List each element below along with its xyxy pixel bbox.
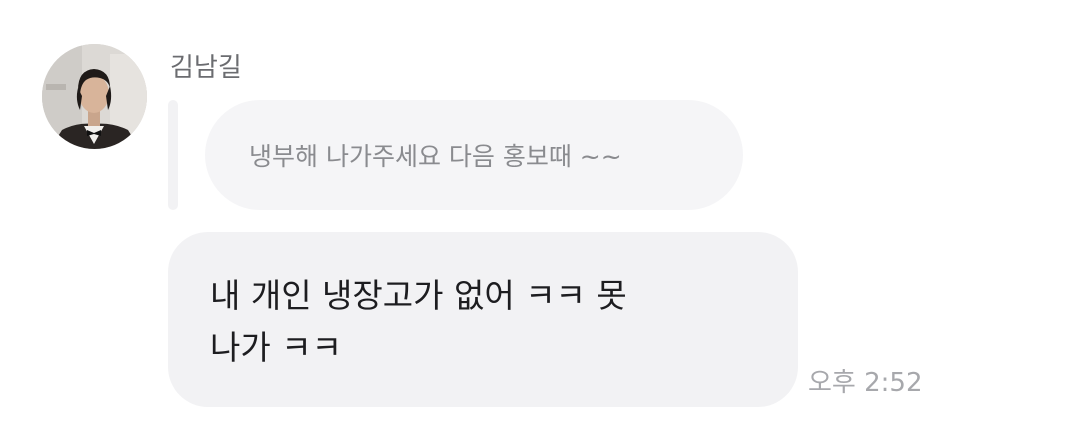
- reply-quote-indicator: [168, 100, 178, 210]
- message-text: 내 개인 냉장고가 없어 ㅋㅋ 못 나가 ㅋㅋ: [210, 276, 627, 367]
- reply-quote-bubble[interactable]: 냉부해 나가주세요 다음 홍보때 ~~: [205, 100, 743, 210]
- message-bubble[interactable]: 내 개인 냉장고가 없어 ㅋㅋ 못 나가 ㅋㅋ: [168, 232, 798, 407]
- profile-photo-icon: [42, 44, 147, 149]
- reply-quote-text: 냉부해 나가주세요 다음 홍보때 ~~: [249, 142, 622, 171]
- sender-name: 김남길: [170, 53, 242, 83]
- message-timestamp: 오후 2:52: [808, 368, 923, 398]
- sender-avatar[interactable]: [42, 44, 147, 149]
